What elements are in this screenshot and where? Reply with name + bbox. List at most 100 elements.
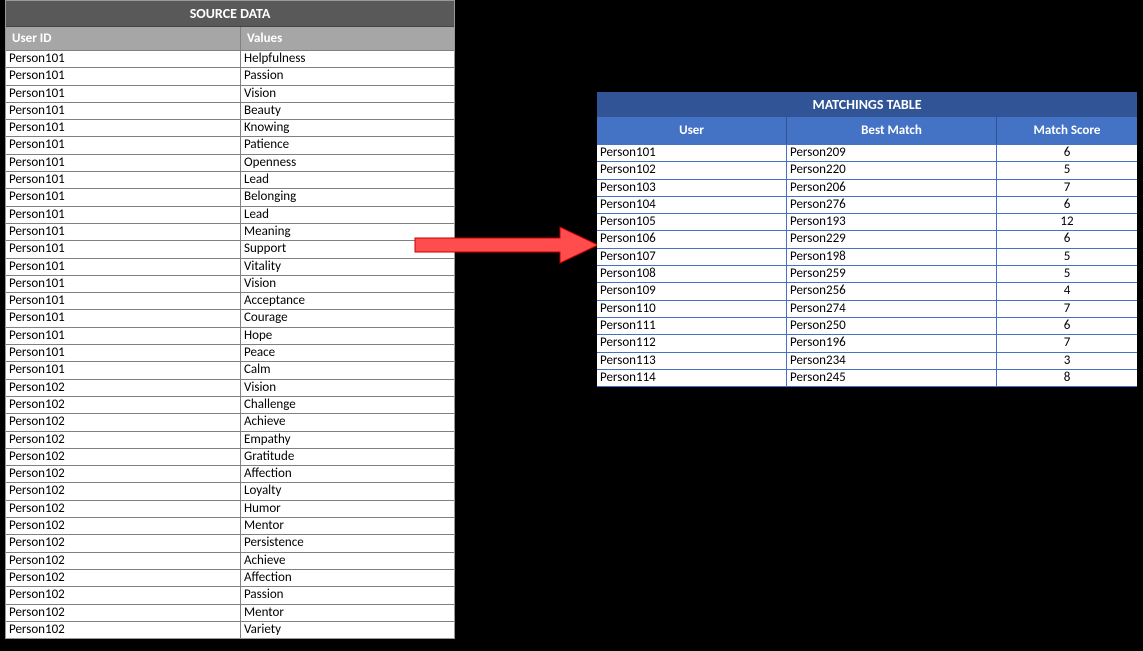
cell-userid[interactable]: Person101: [6, 276, 241, 292]
cell-best-match[interactable]: Person193: [787, 214, 997, 230]
cell-userid[interactable]: Person101: [6, 241, 241, 257]
cell-userid[interactable]: Person102: [6, 622, 241, 638]
table-row[interactable]: Person102Person2205: [597, 161, 1137, 178]
table-row[interactable]: Person102Loyalty: [6, 482, 454, 499]
table-row[interactable]: Person101Vision: [6, 85, 454, 102]
cell-value[interactable]: Passion: [241, 68, 454, 84]
cell-value[interactable]: Affection: [241, 466, 454, 482]
table-row[interactable]: Person103Person2067: [597, 179, 1137, 196]
table-row[interactable]: Person102Humor: [6, 500, 454, 517]
table-row[interactable]: Person102Gratitude: [6, 448, 454, 465]
cell-userid[interactable]: Person101: [6, 362, 241, 378]
cell-userid[interactable]: Person102: [6, 553, 241, 569]
cell-score[interactable]: 6: [997, 197, 1137, 213]
cell-best-match[interactable]: Person274: [787, 301, 997, 317]
table-row[interactable]: Person109Person2564: [597, 282, 1137, 299]
table-row[interactable]: Person101Support: [6, 240, 454, 257]
cell-value[interactable]: Affection: [241, 570, 454, 586]
table-row[interactable]: Person102Passion: [6, 586, 454, 603]
table-row[interactable]: Person104Person2766: [597, 196, 1137, 213]
table-row[interactable]: Person102Achieve: [6, 413, 454, 430]
table-row[interactable]: Person101Person2096: [597, 144, 1137, 161]
table-row[interactable]: Person102Mentor: [6, 604, 454, 621]
cell-value[interactable]: Vision: [241, 276, 454, 292]
table-row[interactable]: Person102Vision: [6, 379, 454, 396]
table-row[interactable]: Person101Beauty: [6, 102, 454, 119]
cell-score[interactable]: 5: [997, 162, 1137, 178]
cell-userid[interactable]: Person101: [6, 259, 241, 275]
cell-best-match[interactable]: Person276: [787, 197, 997, 213]
cell-user[interactable]: Person109: [597, 283, 787, 299]
cell-value[interactable]: Lead: [241, 207, 454, 223]
cell-userid[interactable]: Person101: [6, 207, 241, 223]
cell-userid[interactable]: Person101: [6, 345, 241, 361]
cell-score[interactable]: 5: [997, 249, 1137, 265]
cell-value[interactable]: Helpfulness: [241, 51, 454, 67]
table-row[interactable]: Person101Vision: [6, 275, 454, 292]
cell-userid[interactable]: Person102: [6, 570, 241, 586]
cell-best-match[interactable]: Person220: [787, 162, 997, 178]
table-row[interactable]: Person101Peace: [6, 344, 454, 361]
cell-value[interactable]: Mentor: [241, 605, 454, 621]
cell-userid[interactable]: Person101: [6, 155, 241, 171]
cell-userid[interactable]: Person102: [6, 535, 241, 551]
cell-best-match[interactable]: Person198: [787, 249, 997, 265]
cell-best-match[interactable]: Person209: [787, 145, 997, 161]
cell-value[interactable]: Variety: [241, 622, 454, 638]
cell-value[interactable]: Empathy: [241, 432, 454, 448]
cell-user[interactable]: Person106: [597, 231, 787, 247]
cell-user[interactable]: Person108: [597, 266, 787, 282]
cell-value[interactable]: Passion: [241, 587, 454, 603]
cell-userid[interactable]: Person102: [6, 501, 241, 517]
cell-userid[interactable]: Person102: [6, 414, 241, 430]
cell-userid[interactable]: Person101: [6, 328, 241, 344]
cell-value[interactable]: Patience: [241, 137, 454, 153]
cell-value[interactable]: Humor: [241, 501, 454, 517]
cell-value[interactable]: Gratitude: [241, 449, 454, 465]
cell-score[interactable]: 6: [997, 231, 1137, 247]
table-row[interactable]: Person101Hope: [6, 327, 454, 344]
table-row[interactable]: Person101Patience: [6, 136, 454, 153]
cell-user[interactable]: Person107: [597, 249, 787, 265]
cell-score[interactable]: 7: [997, 335, 1137, 351]
cell-value[interactable]: Courage: [241, 310, 454, 326]
cell-value[interactable]: Beauty: [241, 103, 454, 119]
cell-best-match[interactable]: Person256: [787, 283, 997, 299]
cell-user[interactable]: Person103: [597, 180, 787, 196]
table-row[interactable]: Person112Person1967: [597, 334, 1137, 351]
cell-value[interactable]: Hope: [241, 328, 454, 344]
cell-userid[interactable]: Person101: [6, 293, 241, 309]
table-row[interactable]: Person101Vitality: [6, 258, 454, 275]
cell-userid[interactable]: Person102: [6, 518, 241, 534]
cell-userid[interactable]: Person101: [6, 68, 241, 84]
cell-score[interactable]: 4: [997, 283, 1137, 299]
table-row[interactable]: Person102Variety: [6, 621, 454, 638]
table-row[interactable]: Person110Person2747: [597, 300, 1137, 317]
cell-value[interactable]: Challenge: [241, 397, 454, 413]
table-row[interactable]: Person101Courage: [6, 309, 454, 326]
table-row[interactable]: Person102Affection: [6, 569, 454, 586]
cell-user[interactable]: Person102: [597, 162, 787, 178]
cell-score[interactable]: 7: [997, 180, 1137, 196]
cell-score[interactable]: 6: [997, 318, 1137, 334]
cell-value[interactable]: Knowing: [241, 120, 454, 136]
cell-best-match[interactable]: Person250: [787, 318, 997, 334]
cell-userid[interactable]: Person101: [6, 103, 241, 119]
cell-userid[interactable]: Person101: [6, 172, 241, 188]
cell-user[interactable]: Person101: [597, 145, 787, 161]
cell-best-match[interactable]: Person234: [787, 353, 997, 369]
table-row[interactable]: Person101Belonging: [6, 188, 454, 205]
table-row[interactable]: Person101Openness: [6, 154, 454, 171]
table-row[interactable]: Person101Knowing: [6, 119, 454, 136]
cell-best-match[interactable]: Person245: [787, 370, 997, 386]
cell-user[interactable]: Person113: [597, 353, 787, 369]
cell-userid[interactable]: Person101: [6, 120, 241, 136]
cell-value[interactable]: Vision: [241, 86, 454, 102]
table-row[interactable]: Person101Lead: [6, 171, 454, 188]
table-row[interactable]: Person102Persistence: [6, 534, 454, 551]
cell-userid[interactable]: Person101: [6, 51, 241, 67]
cell-value[interactable]: Loyalty: [241, 483, 454, 499]
table-row[interactable]: Person111Person2506: [597, 317, 1137, 334]
cell-userid[interactable]: Person102: [6, 605, 241, 621]
cell-score[interactable]: 12: [997, 214, 1137, 230]
